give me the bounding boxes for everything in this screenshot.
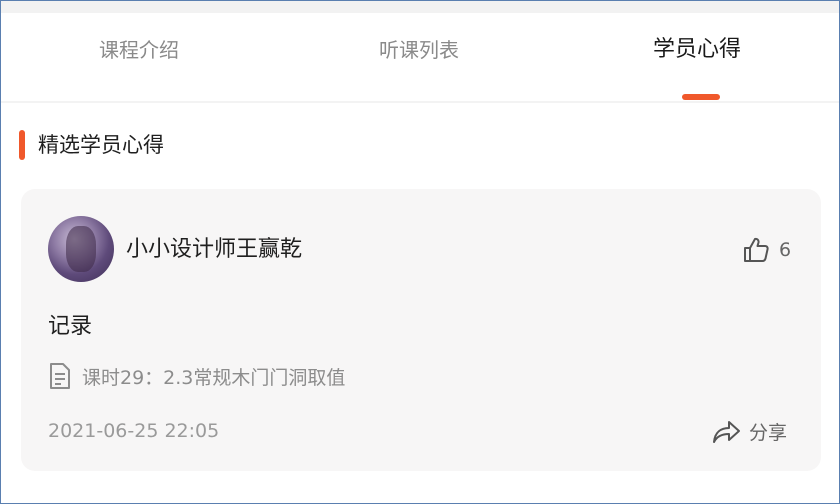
- avatar-photo: [66, 226, 96, 272]
- section-accent-bar: [19, 130, 25, 160]
- top-strip: [1, 1, 839, 13]
- post-card: 小小设计师王赢乾 6 记录 课时29：2.3常规木门门洞取值 2021-06-2…: [21, 189, 821, 471]
- post-content: 记录: [48, 314, 93, 339]
- tab-course-intro[interactable]: 课程介绍: [99, 35, 179, 65]
- tab-divider: [1, 101, 839, 103]
- like-count: 6: [779, 239, 792, 261]
- tab-bar: 课程介绍 听课列表 学员心得: [1, 13, 839, 101]
- section-title: 精选学员心得: [38, 133, 164, 157]
- tab-student-notes[interactable]: 学员心得: [653, 35, 741, 65]
- document-icon: [50, 363, 70, 389]
- tab-lesson-list[interactable]: 听课列表: [379, 35, 459, 65]
- avatar[interactable]: [48, 216, 114, 282]
- app-frame: 课程介绍 听课列表 学员心得 精选学员心得 小小设计师王赢乾 6 记录 课时29…: [0, 0, 840, 504]
- author-name[interactable]: 小小设计师王赢乾: [126, 235, 302, 265]
- share-label: 分享: [749, 421, 788, 444]
- share-button[interactable]: 分享: [711, 415, 787, 447]
- lesson-link[interactable]: 课时29：2.3常规木门门洞取值: [48, 361, 345, 391]
- thumbs-up-icon: [744, 237, 769, 262]
- share-icon: [713, 421, 740, 443]
- lesson-label: 课时29：2.3常规木门门洞取值: [82, 366, 346, 389]
- active-tab-indicator: [682, 94, 720, 100]
- post-timestamp: 2021-06-25 22:05: [48, 420, 220, 442]
- like-button[interactable]: 6: [741, 234, 791, 266]
